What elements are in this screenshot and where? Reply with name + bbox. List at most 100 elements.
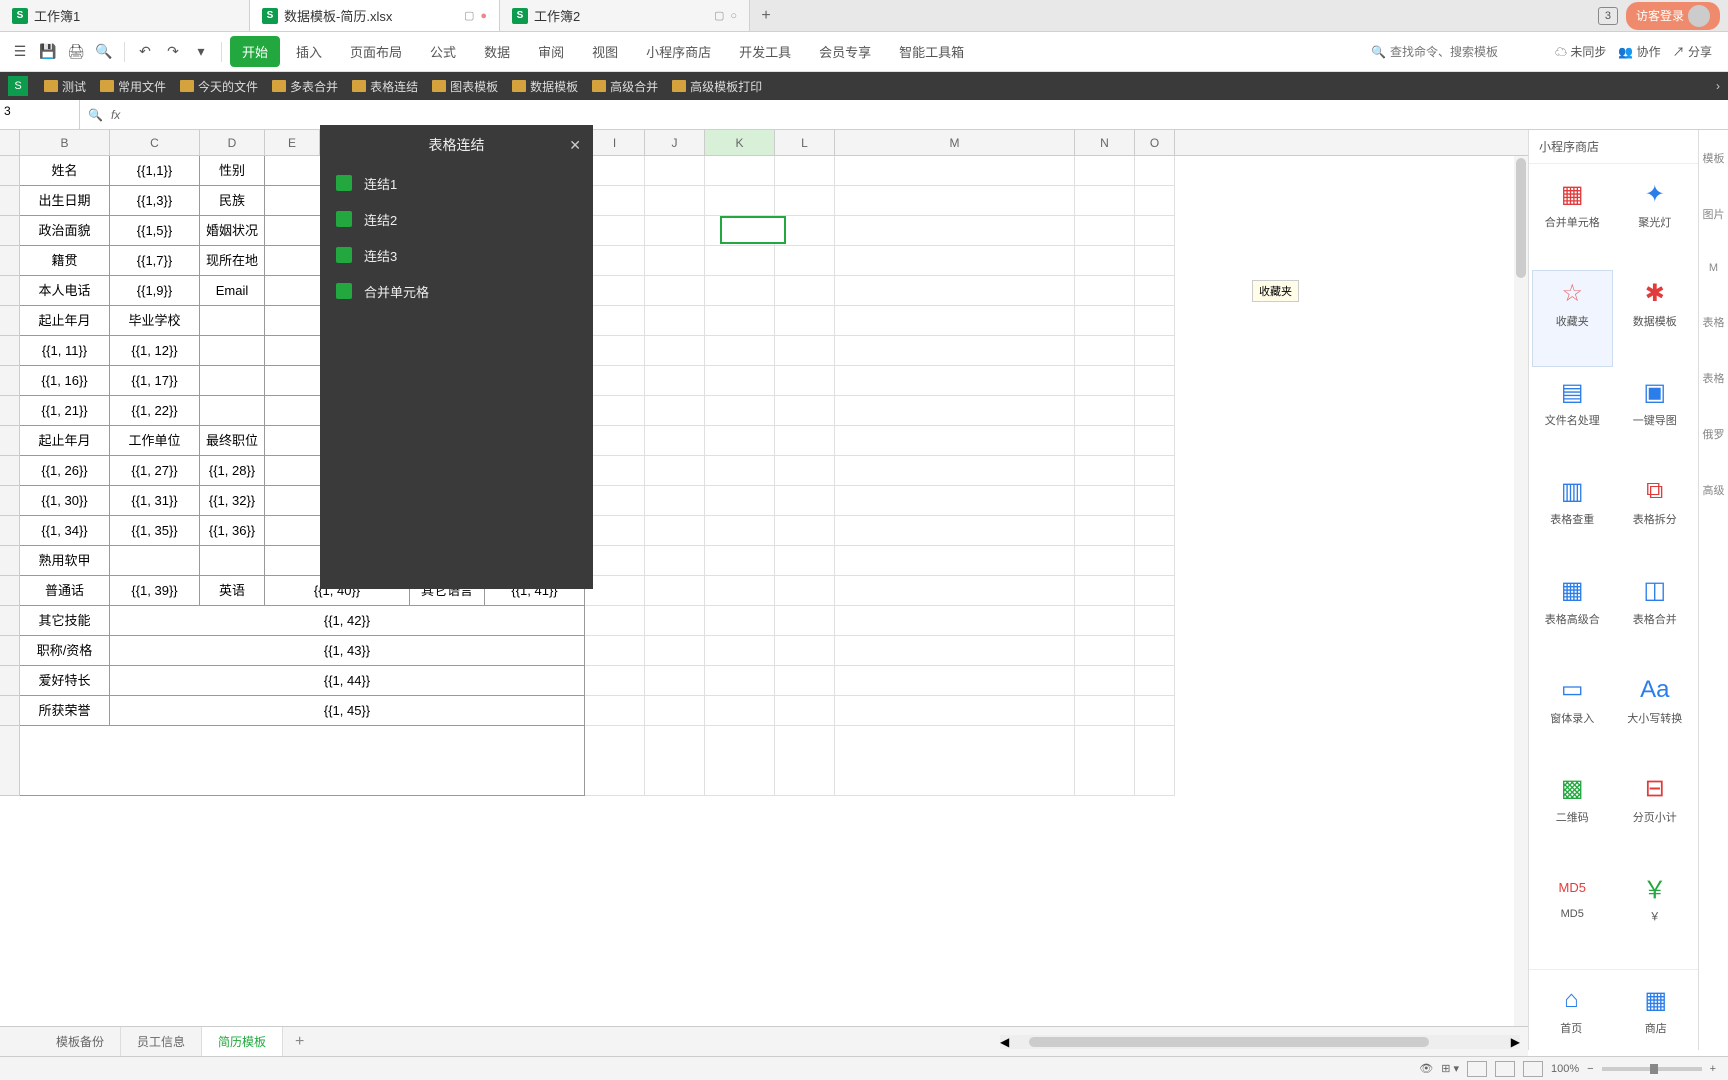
column-header[interactable]: O: [1135, 130, 1175, 155]
zoom-icon[interactable]: 🔍: [88, 108, 103, 122]
preview-icon[interactable]: 🔍: [92, 40, 116, 64]
cell[interactable]: [705, 276, 775, 306]
cell[interactable]: [775, 696, 835, 726]
save-icon[interactable]: 💾: [36, 40, 60, 64]
cell[interactable]: {{1, 12}}: [110, 336, 200, 366]
cell[interactable]: [705, 456, 775, 486]
cell[interactable]: [835, 666, 1075, 696]
strip-item[interactable]: 表格: [1703, 370, 1725, 386]
cell[interactable]: {{1,7}}: [110, 246, 200, 276]
redo-icon[interactable]: ↷: [161, 40, 185, 64]
strip-item[interactable]: 表格: [1703, 314, 1725, 330]
ribbon-tab-dev[interactable]: 开发工具: [727, 36, 803, 67]
cell[interactable]: [585, 246, 645, 276]
ribbon-tab-store[interactable]: 小程序商店: [634, 36, 723, 67]
cell[interactable]: 其它技能: [20, 606, 110, 636]
scroll-right-icon[interactable]: ▶: [1511, 1035, 1520, 1049]
cell[interactable]: {{1, 42}}: [110, 606, 585, 636]
cell[interactable]: [1135, 276, 1175, 306]
cell[interactable]: 职称/资格: [20, 636, 110, 666]
cell[interactable]: Email: [200, 276, 265, 306]
cell[interactable]: {{1, 45}}: [110, 696, 585, 726]
cell[interactable]: [645, 456, 705, 486]
cell[interactable]: {{1, 31}}: [110, 486, 200, 516]
cell[interactable]: [835, 456, 1075, 486]
addon-item[interactable]: ◫表格合并: [1616, 569, 1695, 664]
cell[interactable]: {{1, 21}}: [20, 396, 110, 426]
ribbon-tab-member[interactable]: 会员专享: [807, 36, 883, 67]
horizontal-scrollbar[interactable]: ◀ ▶: [1000, 1035, 1520, 1049]
cell[interactable]: [645, 666, 705, 696]
addon-item[interactable]: Aa大小写转换: [1616, 668, 1695, 763]
cell[interactable]: [835, 336, 1075, 366]
cell[interactable]: {{1, 36}}: [200, 516, 265, 546]
cell[interactable]: {{1, 32}}: [200, 486, 265, 516]
cell[interactable]: [1075, 396, 1135, 426]
cell[interactable]: [1075, 306, 1135, 336]
zoom-out-icon[interactable]: −: [1587, 1063, 1593, 1075]
cell[interactable]: [1075, 456, 1135, 486]
cell[interactable]: [1135, 216, 1175, 246]
cell[interactable]: [1135, 336, 1175, 366]
cell[interactable]: [585, 486, 645, 516]
cell[interactable]: [835, 426, 1075, 456]
cell-reference-input[interactable]: [4, 104, 75, 118]
cell[interactable]: [645, 246, 705, 276]
addon-item[interactable]: ▦合并单元格: [1533, 172, 1612, 267]
cell[interactable]: [645, 546, 705, 576]
sheet-tab[interactable]: 员工信息: [121, 1027, 202, 1056]
view-page-button[interactable]: [1495, 1061, 1515, 1077]
search-input[interactable]: [1390, 45, 1530, 59]
addon-item[interactable]: ▤文件名处理: [1533, 370, 1612, 465]
cell[interactable]: [1075, 546, 1135, 576]
cell[interactable]: [775, 666, 835, 696]
cell[interactable]: [705, 606, 775, 636]
spreadsheet-area[interactable]: B C D E F G H I J K L M N O 姓名{{1,1}}性别出…: [0, 130, 1528, 1050]
cell[interactable]: [1135, 186, 1175, 216]
cell[interactable]: {{1, 43}}: [110, 636, 585, 666]
cell[interactable]: [705, 396, 775, 426]
cell[interactable]: [585, 666, 645, 696]
tab-close-icon[interactable]: ○: [730, 10, 737, 22]
view-normal-button[interactable]: [1467, 1061, 1487, 1077]
strip-item[interactable]: M: [1709, 262, 1718, 274]
column-header[interactable]: E: [265, 130, 320, 155]
sheet-tab[interactable]: 模板备份: [40, 1027, 121, 1056]
cell[interactable]: [835, 576, 1075, 606]
cell[interactable]: 现所在地: [200, 246, 265, 276]
cell[interactable]: 政治面貌: [20, 216, 110, 246]
cell[interactable]: [775, 606, 835, 636]
nav-item[interactable]: 测试: [38, 76, 92, 97]
nav-item[interactable]: 高级合并: [586, 76, 664, 97]
document-tab[interactable]: S 工作簿2 ▢ ○: [500, 0, 750, 31]
share-button[interactable]: ↗ 分享: [1673, 43, 1712, 60]
cell[interactable]: [1075, 246, 1135, 276]
strip-item[interactable]: 模板: [1703, 150, 1725, 166]
cell[interactable]: [645, 366, 705, 396]
popup-item[interactable]: 连结2: [320, 201, 593, 237]
cell[interactable]: [585, 456, 645, 486]
cell[interactable]: 英语: [200, 576, 265, 606]
cell[interactable]: [835, 306, 1075, 336]
print-icon[interactable]: 🖨: [64, 40, 88, 64]
cell[interactable]: 籍贯: [20, 246, 110, 276]
tab-count-badge[interactable]: 3: [1598, 7, 1618, 25]
add-sheet-button[interactable]: +: [283, 1033, 316, 1051]
cell[interactable]: [645, 186, 705, 216]
popup-item[interactable]: 连结1: [320, 165, 593, 201]
cell[interactable]: [200, 546, 265, 576]
nav-item[interactable]: 多表合并: [266, 76, 344, 97]
cell[interactable]: [645, 516, 705, 546]
cell[interactable]: 工作单位: [110, 426, 200, 456]
cell[interactable]: [585, 636, 645, 666]
panel-home-button[interactable]: ⌂ 首页: [1549, 978, 1593, 1042]
cell[interactable]: [645, 216, 705, 246]
cell[interactable]: 普通话: [20, 576, 110, 606]
cell[interactable]: [1135, 156, 1175, 186]
cell[interactable]: [645, 696, 705, 726]
cell[interactable]: [645, 576, 705, 606]
cell[interactable]: [835, 156, 1075, 186]
ribbon-tab-layout[interactable]: 页面布局: [338, 36, 414, 67]
ribbon-tab-home[interactable]: 开始: [230, 36, 280, 67]
scrollbar-thumb[interactable]: [1029, 1037, 1429, 1047]
